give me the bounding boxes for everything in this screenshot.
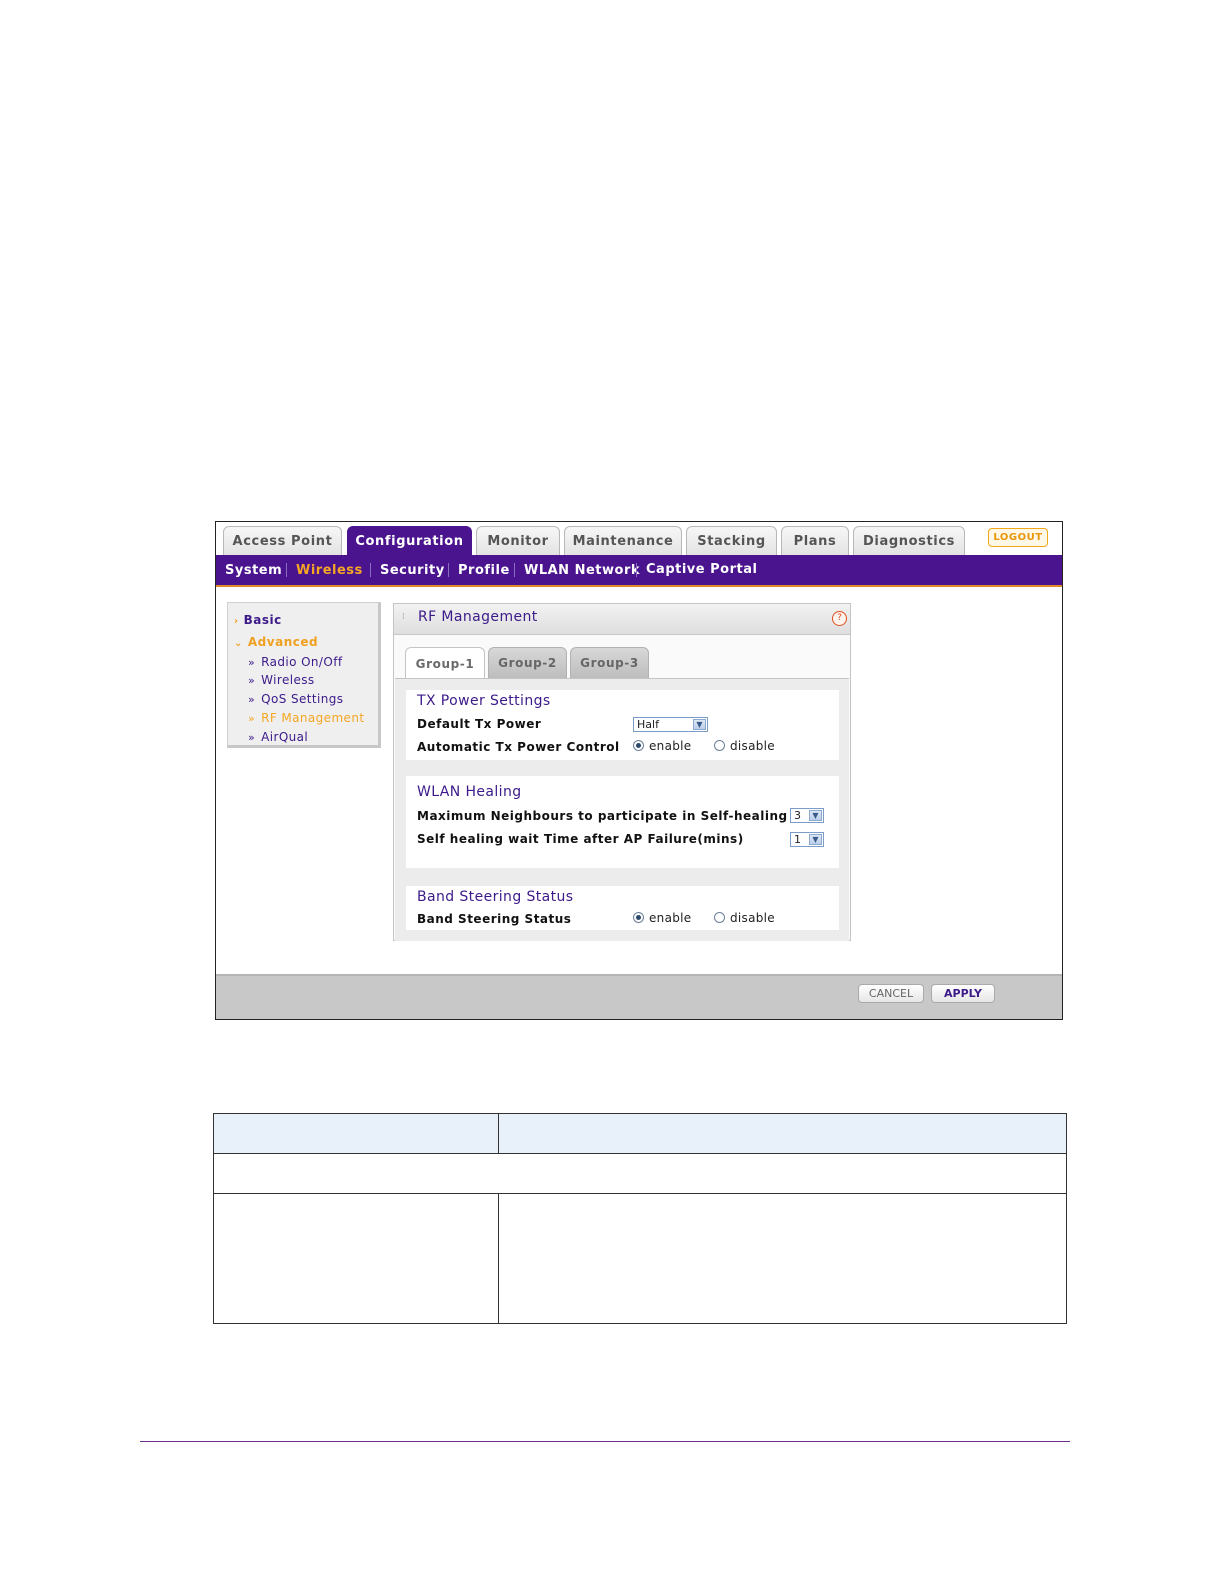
subnav-wireless[interactable]: Wireless xyxy=(296,563,363,578)
auto-tx-enable-radio[interactable]: enable xyxy=(633,739,691,753)
subnav-wlan-network[interactable]: WLAN Network xyxy=(524,563,640,578)
tab-stacking[interactable]: Stacking xyxy=(686,526,777,555)
subnav-system[interactable]: System xyxy=(225,563,282,578)
menu-item-rf-management[interactable]: » RF Management xyxy=(248,711,364,725)
top-tab-bar: Access Point Configuration Monitor Maint… xyxy=(216,522,1062,555)
menu-item-qos-settings[interactable]: » QoS Settings xyxy=(248,692,343,706)
cancel-button[interactable]: CANCEL xyxy=(858,984,924,1003)
subnav-separator xyxy=(514,563,515,577)
band-steering-enable-radio[interactable]: enable xyxy=(633,911,691,925)
menu-item-label: Wireless xyxy=(261,673,315,687)
wlan-healing-title: WLAN Healing xyxy=(417,784,522,800)
left-menu: › Basic ⌄ Advanced » Radio On/Off » Wireless… xyxy=(227,602,381,748)
radio-label: disable xyxy=(730,911,775,925)
radio-selected-icon xyxy=(633,912,644,923)
radio-selected-icon xyxy=(633,740,644,751)
footer-rule xyxy=(140,1441,1070,1442)
subnav-security[interactable]: Security xyxy=(380,563,445,578)
band-steering-title: Band Steering Status xyxy=(417,889,574,905)
subnav-separator xyxy=(370,563,371,577)
radio-unselected-icon xyxy=(714,912,725,923)
tab-group-3[interactable]: Group-3 xyxy=(570,647,649,679)
menu-item-airqual[interactable]: » AirQual xyxy=(248,730,308,744)
menu-advanced[interactable]: ⌄ Advanced xyxy=(234,635,318,649)
radio-label: disable xyxy=(730,739,775,753)
chevron-right-icon: › xyxy=(234,616,239,627)
panel-title: RF Management xyxy=(418,609,538,625)
band-steering-label: Band Steering Status xyxy=(417,912,572,926)
bullet-icon: » xyxy=(248,693,256,706)
menu-item-label: Radio On/Off xyxy=(261,655,343,669)
rf-management-panel: ⁞ RF Management ? Group-1 Group-2 Group-… xyxy=(393,603,851,941)
bullet-icon: » xyxy=(248,712,256,725)
table-section-row xyxy=(214,1154,1066,1194)
tab-configuration[interactable]: Configuration xyxy=(347,526,472,555)
select-value: 3 xyxy=(794,809,801,822)
auto-tx-power-label: Automatic Tx Power Control xyxy=(417,740,620,754)
max-neighbours-select[interactable]: 3 ▼ xyxy=(790,808,824,823)
tab-plans[interactable]: Plans xyxy=(781,526,849,555)
subnav-separator xyxy=(448,563,449,577)
subnav-separator xyxy=(286,563,287,577)
logout-button[interactable]: LOGOUT xyxy=(988,528,1048,547)
menu-basic[interactable]: › Basic xyxy=(234,613,282,627)
tab-group-2[interactable]: Group-2 xyxy=(488,647,567,679)
chevron-down-icon: ▼ xyxy=(693,719,706,730)
bullet-icon: » xyxy=(248,656,256,669)
subnav-profile[interactable]: Profile xyxy=(458,563,510,578)
grip-icon: ⁞ xyxy=(402,612,405,622)
radio-label: enable xyxy=(649,911,692,925)
tx-power-title: TX Power Settings xyxy=(417,693,551,709)
sub-navigation: System Wireless Security Profile WLAN Ne… xyxy=(216,555,1062,587)
menu-item-radio-on-off[interactable]: » Radio On/Off xyxy=(248,655,342,669)
help-icon[interactable]: ? xyxy=(832,611,847,626)
menu-item-label: RF Management xyxy=(261,711,365,725)
menu-basic-label: Basic xyxy=(243,613,282,627)
menu-item-label: AirQual xyxy=(261,730,309,744)
default-tx-power-label: Default Tx Power xyxy=(417,717,542,731)
chevron-down-icon: ▼ xyxy=(809,810,822,821)
band-steering-disable-radio[interactable]: disable xyxy=(714,911,775,925)
chevron-down-icon: ⌄ xyxy=(234,638,243,649)
subnav-captive-portal[interactable]: Captive Portal xyxy=(646,562,757,577)
table-cell xyxy=(214,1194,499,1323)
tab-access-point[interactable]: Access Point xyxy=(223,526,342,555)
bullet-icon: » xyxy=(248,674,256,687)
settings-table xyxy=(213,1113,1067,1324)
wait-time-label: Self healing wait Time after AP Failure(… xyxy=(417,832,744,846)
apply-button[interactable]: APPLY xyxy=(931,984,995,1003)
tab-group-1[interactable]: Group-1 xyxy=(405,647,485,679)
screenshot-frame: Access Point Configuration Monitor Maint… xyxy=(215,521,1063,1020)
table-header-cell xyxy=(499,1114,1066,1154)
radio-unselected-icon xyxy=(714,740,725,751)
menu-item-label: QoS Settings xyxy=(261,692,344,706)
chevron-down-icon: ▼ xyxy=(809,834,822,845)
action-bar: CANCEL APPLY xyxy=(216,974,1062,1019)
band-steering-section: Band Steering Status Band Steering Statu… xyxy=(406,886,839,930)
tab-maintenance[interactable]: Maintenance xyxy=(564,526,682,555)
tx-power-section: TX Power Settings Default Tx Power Half … xyxy=(406,690,839,760)
auto-tx-disable-radio[interactable]: disable xyxy=(714,739,775,753)
menu-item-wireless[interactable]: » Wireless xyxy=(248,673,315,687)
bullet-icon: » xyxy=(248,731,256,744)
max-neighbours-label: Maximum Neighbours to participate in Sel… xyxy=(417,809,788,823)
wlan-healing-section: WLAN Healing Maximum Neighbours to parti… xyxy=(406,776,839,868)
table-cell xyxy=(499,1194,1066,1323)
subnav-separator xyxy=(636,563,637,577)
group-1-content: TX Power Settings Default Tx Power Half … xyxy=(395,678,849,941)
table-header-cell xyxy=(214,1114,499,1154)
tab-monitor[interactable]: Monitor xyxy=(476,526,560,555)
select-value: Half xyxy=(637,718,659,731)
default-tx-power-select[interactable]: Half ▼ xyxy=(633,717,708,732)
wait-time-select[interactable]: 1 ▼ xyxy=(790,832,824,847)
tab-diagnostics[interactable]: Diagnostics xyxy=(853,526,965,555)
radio-label: enable xyxy=(649,739,692,753)
panel-header: ⁞ RF Management ? xyxy=(394,604,850,635)
menu-advanced-label: Advanced xyxy=(247,635,319,649)
select-value: 1 xyxy=(794,833,801,846)
